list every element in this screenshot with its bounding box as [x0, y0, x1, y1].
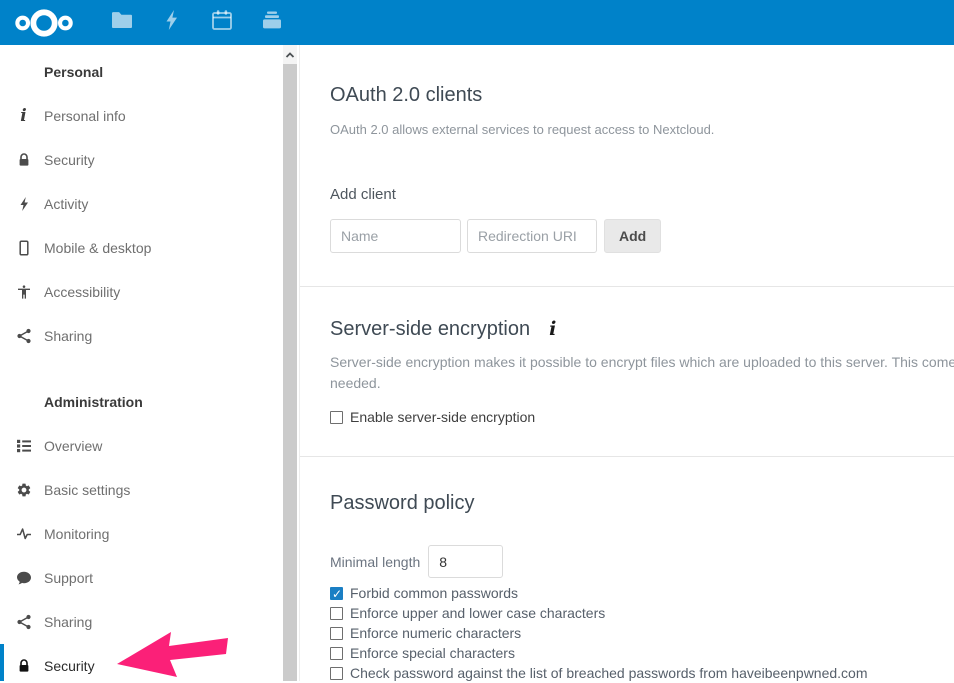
- enforce-special-checkbox[interactable]: [330, 647, 343, 660]
- sidebar-item-monitoring[interactable]: Monitoring: [0, 512, 299, 556]
- files-app-button[interactable]: [97, 0, 147, 45]
- sidebar-item-security-admin[interactable]: Security: [0, 644, 299, 681]
- settings-sidebar: Personal i Personal info Security Activi…: [0, 45, 300, 681]
- lock-icon: [15, 658, 32, 675]
- deck-app-button[interactable]: [247, 0, 297, 45]
- sidebar-item-security-personal[interactable]: Security: [0, 138, 299, 182]
- minimal-length-label: Minimal length: [330, 554, 420, 570]
- section-divider: [300, 286, 954, 287]
- scrollbar-thumb[interactable]: [283, 64, 297, 681]
- sidebar-scrollbar[interactable]: [283, 45, 297, 681]
- encryption-description-line1: Server-side encryption makes it possible…: [330, 354, 954, 370]
- info-icon: i: [15, 108, 32, 125]
- policy-row-hibp: Check password against the list of breac…: [330, 663, 954, 683]
- sidebar-item-support[interactable]: Support: [0, 556, 299, 600]
- accessibility-icon: [15, 284, 32, 301]
- lightning-icon: [15, 196, 32, 213]
- policy-row-upper-lower: Enforce upper and lower case characters: [330, 603, 954, 623]
- chat-bubble-icon: [15, 570, 32, 587]
- policy-row-special: Enforce special characters: [330, 643, 954, 663]
- top-header-bar: [0, 0, 954, 45]
- sidebar-section-personal: Personal: [0, 50, 299, 94]
- nextcloud-logo[interactable]: [10, 3, 80, 43]
- overview-list-icon: [15, 438, 32, 455]
- settings-content: OAuth 2.0 clients OAuth 2.0 allows exter…: [330, 45, 954, 683]
- sidebar-item-sharing-personal[interactable]: Sharing: [0, 314, 299, 358]
- client-name-input[interactable]: [330, 219, 461, 253]
- lock-icon: [15, 152, 32, 169]
- scroll-up-button[interactable]: [283, 45, 297, 64]
- sidebar-section-administration: Administration: [0, 380, 299, 424]
- sidebar-item-personal-info[interactable]: i Personal info: [0, 94, 299, 138]
- calendar-icon: [210, 8, 234, 37]
- sidebar-item-activity[interactable]: Activity: [0, 182, 299, 226]
- section-divider: [300, 456, 954, 457]
- enforce-numeric-checkbox[interactable]: [330, 627, 343, 640]
- encryption-description-line2: needed.: [330, 375, 954, 391]
- policy-row-forbid-common: Forbid common passwords: [330, 583, 954, 603]
- forbid-common-passwords-checkbox[interactable]: [330, 587, 343, 600]
- sidebar-item-overview[interactable]: Overview: [0, 424, 299, 468]
- redirection-uri-input[interactable]: [467, 219, 597, 253]
- enable-encryption-row: Enable server-side encryption: [330, 407, 954, 427]
- lightning-icon: [160, 8, 184, 37]
- chevron-up-icon: [285, 46, 295, 64]
- activity-app-button[interactable]: [147, 0, 197, 45]
- section-gap: [0, 358, 299, 380]
- gear-icon: [15, 482, 32, 499]
- enforce-upper-lower-checkbox[interactable]: [330, 607, 343, 620]
- enable-encryption-label[interactable]: Enable server-side encryption: [350, 409, 535, 425]
- pulse-icon: [15, 526, 32, 543]
- check-hibp-checkbox[interactable]: [330, 667, 343, 680]
- info-icon[interactable]: i: [549, 318, 556, 340]
- sidebar-item-mobile-desktop[interactable]: Mobile & desktop: [0, 226, 299, 270]
- password-policy-checkboxes: Forbid common passwords Enforce upper an…: [330, 583, 954, 683]
- add-client-label: Add client: [330, 186, 954, 204]
- encryption-section-header: Server-side encryption i: [330, 317, 954, 341]
- oauth-section-title: OAuth 2.0 clients: [330, 83, 954, 107]
- stack-icon: [260, 8, 284, 37]
- sidebar-item-accessibility[interactable]: Accessibility: [0, 270, 299, 314]
- sidebar-item-basic-settings[interactable]: Basic settings: [0, 468, 299, 512]
- password-policy-title: Password policy: [330, 491, 954, 515]
- add-button[interactable]: Add: [604, 219, 661, 253]
- policy-row-numeric: Enforce numeric characters: [330, 623, 954, 643]
- encryption-section-title: Server-side encryption: [330, 317, 530, 341]
- oauth-description: OAuth 2.0 allows external services to re…: [330, 122, 954, 138]
- calendar-app-button[interactable]: [197, 0, 247, 45]
- folder-icon: [110, 8, 134, 37]
- enable-encryption-checkbox[interactable]: [330, 411, 343, 424]
- minimal-length-input[interactable]: [428, 545, 503, 578]
- minimal-length-row: Minimal length: [330, 545, 954, 578]
- phone-icon: [15, 240, 32, 257]
- share-icon: [15, 328, 32, 345]
- sidebar-item-sharing-admin[interactable]: Sharing: [0, 600, 299, 644]
- share-icon: [15, 614, 32, 631]
- add-client-form: Add: [330, 219, 954, 253]
